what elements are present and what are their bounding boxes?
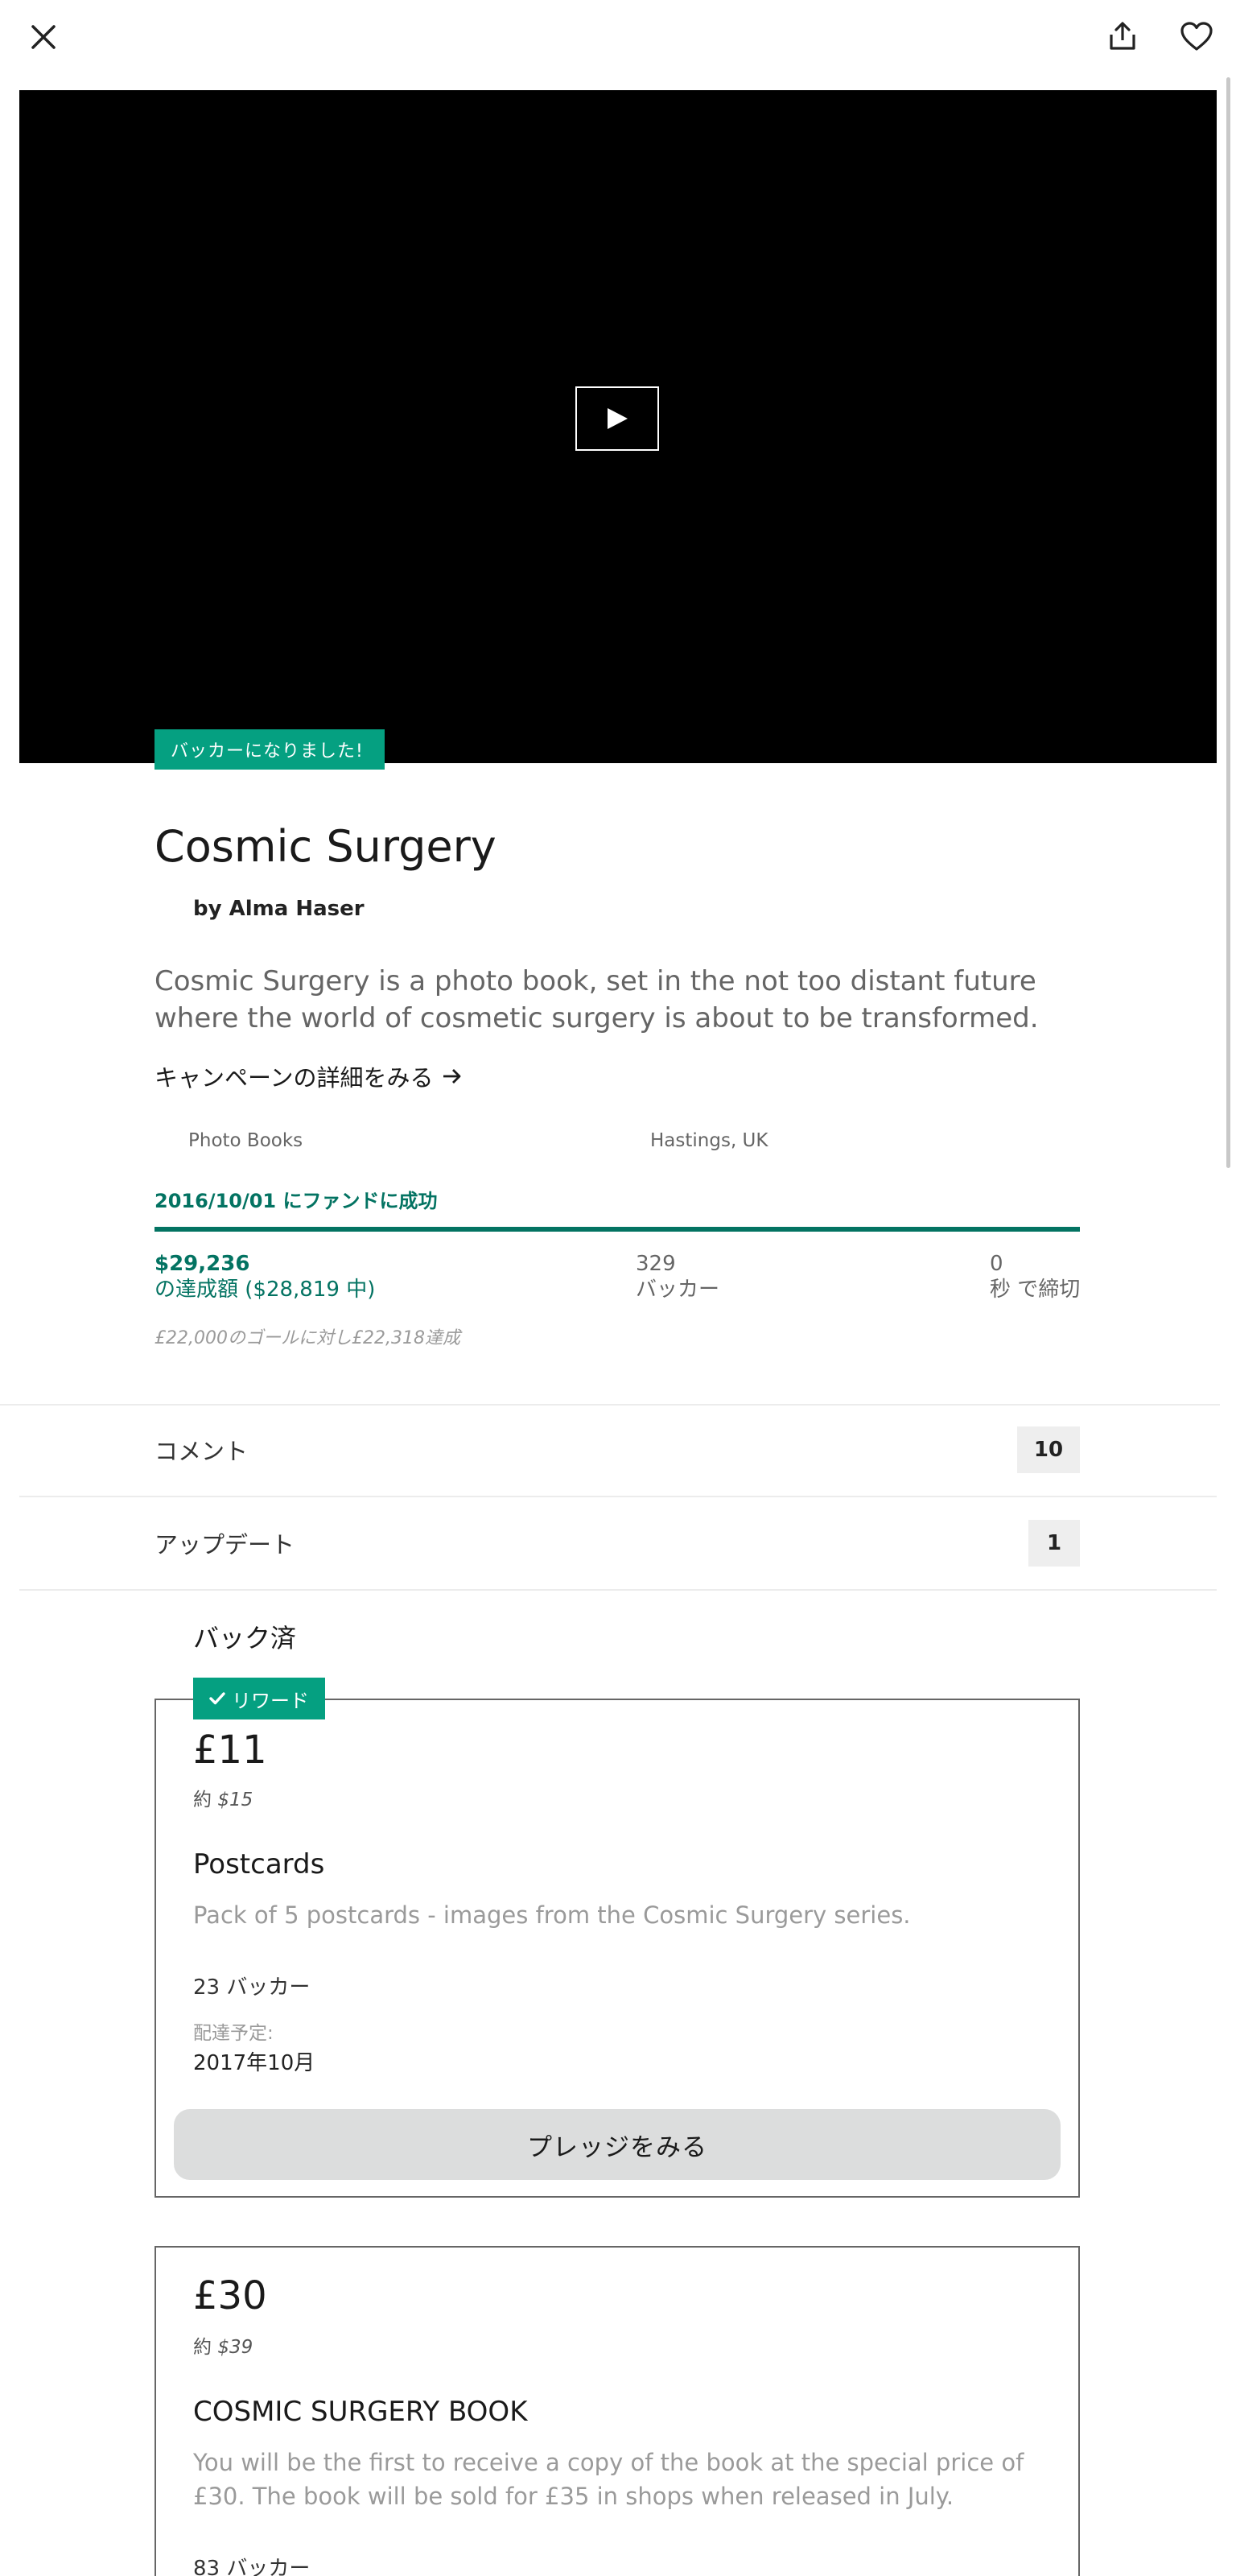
- reward-price: £30: [193, 2273, 267, 2318]
- top-bar: [0, 0, 1236, 72]
- time-label: 秒 で締切: [990, 1278, 1081, 1302]
- project-title: Cosmic Surgery: [154, 821, 496, 872]
- divider: [19, 1589, 1217, 1591]
- reward-price: £11: [193, 1728, 267, 1773]
- close-icon: [31, 25, 56, 49]
- play-icon: [608, 408, 628, 429]
- pledged-value: $29,236: [154, 1252, 250, 1276]
- close-button[interactable]: [19, 18, 68, 56]
- reward-backers: 83 バッカー: [193, 2557, 311, 2576]
- reward-card[interactable]: £30 約 $39 COSMIC SURGERY BOOK You will b…: [154, 2246, 1080, 2576]
- funded-status: 2016/10/01 にファンドに成功: [154, 1190, 438, 1212]
- heart-icon: [1180, 22, 1213, 51]
- view-pledge-button[interactable]: プレッジをみる: [174, 2109, 1061, 2180]
- approx-prefix: 約: [193, 2337, 212, 2358]
- selected-reward-tag-label: リワード: [232, 1689, 309, 1712]
- campaign-details-link[interactable]: キャンペーンの詳細をみる: [154, 1059, 463, 1093]
- creator-byline[interactable]: by Alma Haser: [193, 897, 365, 921]
- arrow-right-icon: [443, 1069, 460, 1084]
- scrollbar-thumb[interactable]: [1226, 77, 1230, 1168]
- pledged-label: の達成額 ($28,819 中): [154, 1278, 376, 1302]
- funding-progress-fill: [154, 1227, 1080, 1232]
- check-icon: [209, 1692, 225, 1705]
- reward-description: You will be the first to receive a copy …: [193, 2449, 1024, 2510]
- goal-note: £22,000のゴールに対し£22,318達成: [154, 1328, 460, 1348]
- backed-section-heading: バック済: [193, 1623, 297, 1653]
- reward-approx-price: 約 $39: [193, 2331, 253, 2359]
- backed-badge: バッカーになりました!: [154, 729, 385, 770]
- reward-approx-price: 約 $15: [193, 1784, 253, 1811]
- approx-value: $15: [217, 1790, 253, 1810]
- project-blurb: Cosmic Surgery is a photo book, set in t…: [154, 965, 1039, 1034]
- location-label[interactable]: Hastings, UK: [650, 1130, 768, 1151]
- divider: [0, 1404, 1220, 1406]
- reward-title: COSMIC SURGERY BOOK: [193, 2396, 528, 2428]
- project-video[interactable]: [19, 90, 1217, 763]
- reward-title: Postcards: [193, 1848, 325, 1880]
- share-icon: [1110, 22, 1135, 50]
- category-label[interactable]: Photo Books: [188, 1130, 303, 1151]
- time-value: 0: [990, 1252, 1003, 1276]
- comments-label: コメント: [154, 1438, 249, 1465]
- approx-prefix: 約: [193, 1790, 212, 1810]
- delivery-label: 配達予定:: [193, 2023, 274, 2044]
- pledged-stat: $29,236 の達成額 ($28,819 中): [154, 1251, 375, 1302]
- funding-progress-bar: [154, 1227, 1080, 1232]
- backers-stat: 329 バッカー: [636, 1251, 719, 1302]
- comments-count-badge: 10: [1017, 1426, 1080, 1473]
- campaign-details-label: キャンペーンの詳細をみる: [154, 1064, 434, 1092]
- reward-card[interactable]: £11 約 $15 Postcards Pack of 5 postcards …: [154, 1699, 1080, 2198]
- updates-count-badge: 1: [1028, 1520, 1080, 1567]
- favorite-button[interactable]: [1175, 16, 1218, 56]
- reward-backers: 23 バッカー: [193, 1975, 311, 2000]
- time-stat: 0 秒 で締切: [990, 1251, 1080, 1302]
- selected-reward-tag: リワード: [193, 1678, 325, 1719]
- approx-value: $39: [217, 2337, 253, 2358]
- updates-label: アップデート: [154, 1531, 295, 1558]
- share-button[interactable]: [1102, 16, 1143, 56]
- play-button[interactable]: [575, 386, 659, 451]
- comments-row[interactable]: コメント 10: [154, 1426, 1080, 1473]
- divider: [19, 1496, 1217, 1497]
- backers-value: 329: [636, 1252, 676, 1276]
- reward-description: Pack of 5 postcards - images from the Co…: [193, 1901, 911, 1929]
- backers-label: バッカー: [636, 1278, 720, 1302]
- updates-row[interactable]: アップデート 1: [154, 1520, 1080, 1567]
- delivery-value: 2017年10月: [193, 2051, 315, 2075]
